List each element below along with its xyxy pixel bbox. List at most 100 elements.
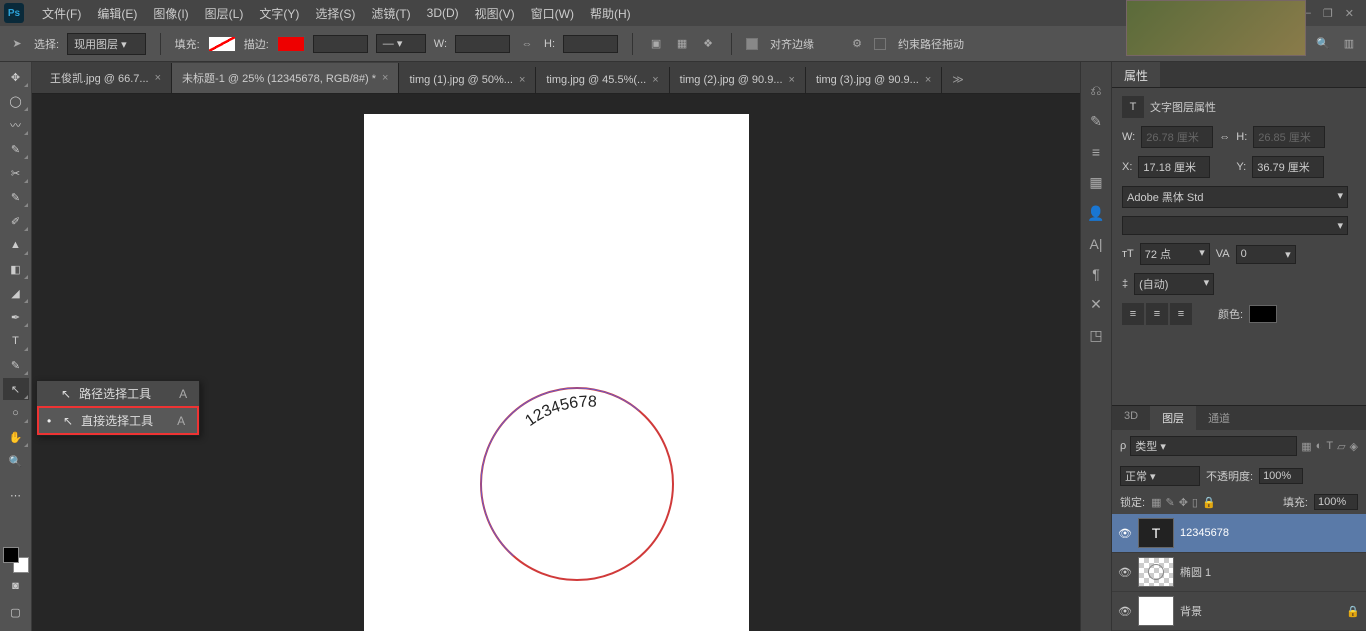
close-icon[interactable]: × (789, 74, 795, 86)
font-style-select[interactable]: ▾ (1122, 216, 1348, 235)
doc-tab[interactable]: timg.jpg @ 45.5%(...× (536, 67, 669, 93)
layer-name[interactable]: 12345678 (1180, 527, 1229, 539)
ad-banner[interactable] (1126, 0, 1306, 56)
filter-adjust-icon[interactable]: ◐ (1316, 440, 1323, 453)
stroke-style[interactable]: — ▾ (376, 34, 426, 53)
zoom-tool[interactable]: 🔍 (3, 450, 29, 472)
menu-image[interactable]: 图像(I) (145, 5, 196, 22)
filter-pixel-icon[interactable]: ▦ (1301, 440, 1311, 453)
layer-filter-kind[interactable]: 类型 ▾ (1130, 436, 1297, 456)
menu-3d[interactable]: 3D(D) (419, 6, 467, 20)
path-tool[interactable]: ✎ (3, 354, 29, 376)
width-field[interactable] (455, 35, 510, 53)
eraser-tool[interactable]: ◧ (3, 258, 29, 280)
filter-smart-icon[interactable]: ◈ (1350, 440, 1358, 453)
paragraph-icon[interactable]: A| (1090, 236, 1103, 252)
properties-tab[interactable]: 属性 (1112, 62, 1160, 87)
shape-tool[interactable]: ○ (3, 402, 29, 424)
close-icon[interactable]: × (155, 72, 161, 84)
layer-name[interactable]: 背景 (1180, 603, 1202, 619)
people-icon[interactable]: 👤 (1087, 205, 1104, 222)
layer-row[interactable]: 👁 椭圆 1 (1112, 553, 1366, 592)
menu-type[interactable]: 文字(Y) (251, 5, 307, 22)
flyout-direct-select[interactable]: •↖ 直接选择工具 A (39, 408, 197, 433)
opacity-field[interactable]: 100% (1259, 468, 1303, 484)
visibility-icon[interactable]: 👁 (1118, 605, 1132, 618)
lock-pos-icon[interactable]: ✥ (1179, 496, 1188, 509)
x-field[interactable]: 17.18 厘米 (1138, 156, 1210, 178)
menu-select[interactable]: 选择(S) (307, 5, 363, 22)
search-icon[interactable]: 🔍 (1314, 35, 1332, 53)
link-wh-icon[interactable]: ⇔ (518, 35, 536, 53)
link-icon[interactable]: ⇔ (1219, 131, 1230, 143)
lock-all-icon[interactable]: 🔒 (1202, 496, 1216, 509)
color-swatches[interactable] (3, 547, 29, 573)
window-restore-icon[interactable]: ❐ (1323, 7, 1333, 20)
layer-row[interactable]: 👁 背景 🔒 (1112, 592, 1366, 631)
lock-pixel-icon[interactable]: ✎ (1165, 496, 1174, 509)
constrain-check[interactable] (874, 38, 886, 50)
crop-tool[interactable]: ✂ (3, 162, 29, 184)
fill-field[interactable]: 100% (1314, 494, 1358, 510)
brush-panel-icon[interactable]: ✎ (1090, 113, 1102, 130)
close-icon[interactable]: × (925, 74, 931, 86)
doc-tab[interactable]: 未标题-1 @ 25% (12345678, RGB/8#) *× (172, 63, 399, 93)
doc-tab[interactable]: timg (2).jpg @ 90.9...× (670, 67, 806, 93)
path-align-icon[interactable]: ▦ (673, 35, 691, 53)
eyedropper-tool[interactable]: ✎ (3, 186, 29, 208)
move-tool[interactable]: ✥ (3, 66, 29, 88)
stroke-width[interactable] (313, 35, 368, 53)
hand-tool[interactable]: ✋ (3, 426, 29, 448)
close-icon[interactable]: × (652, 74, 658, 86)
filter-type-icon[interactable]: T (1326, 440, 1333, 453)
char-panel-icon[interactable]: ≡ (1092, 144, 1100, 160)
y-field[interactable]: 36.79 厘米 (1252, 156, 1324, 178)
workspace-icon[interactable]: ▥ (1340, 35, 1358, 53)
pen-tool[interactable]: ✒ (3, 306, 29, 328)
tabs-overflow[interactable]: ≫ (942, 66, 974, 93)
close-icon[interactable]: × (519, 74, 525, 86)
doc-tab[interactable]: timg (3).jpg @ 90.9...× (806, 67, 942, 93)
close-icon[interactable]: × (382, 72, 388, 84)
swatches-icon[interactable]: ▦ (1089, 174, 1102, 191)
menu-filter[interactable]: 滤镜(T) (363, 5, 418, 22)
select-scope[interactable]: 现用图层 ▾ (67, 33, 146, 55)
menu-window[interactable]: 窗口(W) (523, 5, 582, 22)
doc-tab[interactable]: 王俊凯.jpg @ 66.7...× (40, 63, 172, 93)
history-icon[interactable]: ⎌ (1090, 82, 1101, 99)
path-op-icon[interactable]: ▣ (647, 35, 665, 53)
menu-view[interactable]: 视图(V) (467, 5, 523, 22)
styles-icon[interactable]: ¶ (1092, 266, 1100, 282)
filter-shape-icon[interactable]: ▱ (1337, 440, 1345, 453)
gear-icon[interactable]: ⚙ (848, 35, 866, 53)
fg-color-icon[interactable] (3, 547, 19, 563)
channels-tab[interactable]: 通道 (1196, 406, 1242, 430)
align-center[interactable]: ≡ (1146, 303, 1168, 325)
visibility-icon[interactable]: 👁 (1118, 566, 1132, 579)
canvas-area[interactable]: 12345678 (32, 94, 1080, 631)
lasso-tool[interactable]: 〰 (3, 114, 29, 136)
align-edges-check[interactable] (746, 38, 758, 50)
layer-row[interactable]: 👁 T 12345678 (1112, 514, 1366, 553)
align-right[interactable]: ≡ (1170, 303, 1192, 325)
quick-select-tool[interactable]: ✎ (3, 138, 29, 160)
fill-swatch[interactable] (208, 36, 236, 52)
stroke-swatch[interactable] (277, 36, 305, 52)
leading[interactable]: (自动)▾ (1134, 273, 1214, 295)
layer-name[interactable]: 椭圆 1 (1180, 564, 1211, 580)
font-size[interactable]: 72 点▾ (1140, 243, 1210, 265)
gradient-tool[interactable]: ◢ (3, 282, 29, 304)
tool-preset-icon[interactable]: ➤ (8, 35, 26, 53)
doc-tab[interactable]: timg (1).jpg @ 50%...× (399, 67, 536, 93)
quickmask-tool[interactable]: ◙ (3, 575, 29, 597)
align-left[interactable]: ≡ (1122, 303, 1144, 325)
window-close-icon[interactable]: ✕ (1345, 7, 1354, 20)
layers-tab[interactable]: 图层 (1150, 406, 1196, 430)
visibility-icon[interactable]: 👁 (1118, 527, 1132, 540)
3d-tab[interactable]: 3D (1112, 406, 1150, 430)
stamp-tool[interactable]: ▲ (3, 234, 29, 256)
menu-layer[interactable]: 图层(L) (197, 5, 252, 22)
edit-toolbar[interactable]: ⋯ (3, 484, 29, 506)
text-color[interactable] (1249, 305, 1277, 323)
direct-select-tool[interactable]: ↖ (3, 378, 29, 400)
